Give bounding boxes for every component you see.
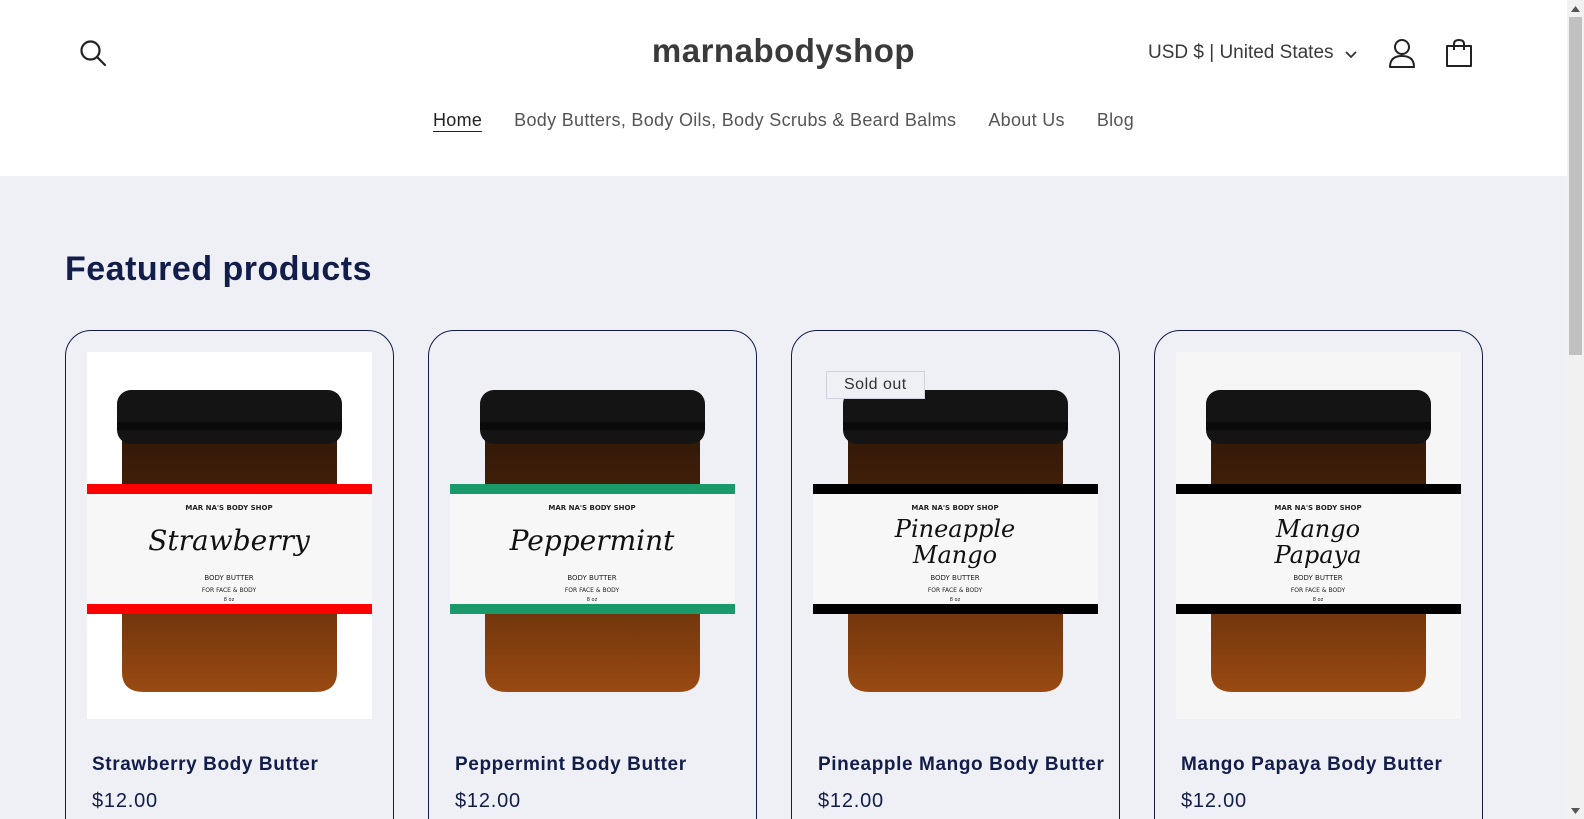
svg-text:MAR NA'S BODY SHOP: MAR NA'S BODY SHOP bbox=[548, 504, 635, 512]
chevron-down-icon bbox=[1344, 50, 1357, 58]
svg-text:MAR NA'S BODY SHOP: MAR NA'S BODY SHOP bbox=[185, 504, 272, 512]
currency-label: USD $ | United States bbox=[1148, 42, 1334, 63]
svg-text:BODY BUTTER: BODY BUTTER bbox=[204, 574, 253, 582]
svg-text:FOR FACE & BODY: FOR FACE & BODY bbox=[202, 587, 257, 594]
product-price: $12.00 bbox=[455, 790, 521, 812]
caret-up-icon bbox=[1571, 5, 1580, 12]
product-image[interactable]: MAR NA'S BODY SHOP MangoPapaya BODY BUTT… bbox=[1176, 352, 1461, 719]
product-card[interactable]: Sold out MAR NA'S BODY SHOP Pineapple Man… bbox=[791, 330, 1120, 819]
product-title[interactable]: Strawberry Body Butter bbox=[92, 754, 318, 776]
site-header: marnabodyshop USD $ | United States Home… bbox=[0, 0, 1567, 176]
svg-text:MAR NA'S BODY SHOP: MAR NA'S BODY SHOP bbox=[1274, 504, 1361, 512]
caret-down-icon bbox=[1571, 807, 1580, 814]
svg-text:8 oz: 8 oz bbox=[587, 597, 598, 603]
section-title: Featured products bbox=[65, 250, 372, 288]
product-title[interactable]: Peppermint Body Butter bbox=[455, 754, 687, 776]
scrollbar-thumb[interactable] bbox=[1569, 17, 1582, 355]
nav-item-blog[interactable]: Blog bbox=[1097, 110, 1134, 131]
scroll-up-arrow[interactable] bbox=[1567, 0, 1584, 17]
product-card[interactable]: MAR NA'S BODY SHOP Peppermint BODY BUTTE… bbox=[428, 330, 757, 819]
svg-text:8 oz: 8 oz bbox=[224, 597, 235, 603]
currency-selector[interactable]: USD $ | United States bbox=[1148, 42, 1358, 64]
product-title[interactable]: Mango Papaya Body Butter bbox=[1181, 754, 1442, 776]
product-title[interactable]: Pineapple Mango Body Butter bbox=[818, 754, 1104, 776]
main-nav: Home Body Butters, Body Oils, Body Scrub… bbox=[0, 110, 1567, 131]
user-icon bbox=[1389, 39, 1415, 68]
account-button[interactable] bbox=[1386, 37, 1418, 69]
product-image[interactable]: MAR NA'S BODY SHOP Peppermint BODY BUTTE… bbox=[450, 352, 735, 719]
svg-text:8 oz: 8 oz bbox=[950, 597, 961, 603]
scroll-down-arrow[interactable] bbox=[1567, 802, 1584, 819]
product-price: $12.00 bbox=[92, 790, 158, 812]
page-scrollbar[interactable] bbox=[1567, 0, 1584, 819]
product-price: $12.00 bbox=[818, 790, 884, 812]
svg-text:FOR FACE & BODY: FOR FACE & BODY bbox=[928, 587, 983, 594]
featured-section: Featured products MAR NA'S BODY SHOP Str… bbox=[0, 176, 1567, 819]
svg-text:Peppermint: Peppermint bbox=[509, 524, 675, 557]
svg-text:8 oz: 8 oz bbox=[1313, 597, 1324, 603]
cart-icon bbox=[1446, 38, 1472, 67]
product-image[interactable]: MAR NA'S BODY SHOP Strawberry BODY BUTTE… bbox=[87, 352, 372, 719]
svg-text:BODY BUTTER: BODY BUTTER bbox=[930, 574, 979, 582]
product-card[interactable]: MAR NA'S BODY SHOP Strawberry BODY BUTTE… bbox=[65, 330, 394, 819]
svg-text:Mango: Mango bbox=[912, 541, 997, 569]
product-price: $12.00 bbox=[1181, 790, 1247, 812]
svg-text:FOR FACE & BODY: FOR FACE & BODY bbox=[565, 587, 620, 594]
nav-item-home[interactable]: Home bbox=[433, 110, 482, 131]
cart-button[interactable] bbox=[1443, 37, 1475, 69]
svg-text:Papaya: Papaya bbox=[1274, 541, 1362, 569]
sold-out-badge: Sold out bbox=[826, 371, 925, 399]
svg-text:Mango: Mango bbox=[1275, 515, 1360, 543]
svg-text:BODY BUTTER: BODY BUTTER bbox=[567, 574, 616, 582]
svg-text:Pineapple: Pineapple bbox=[894, 515, 1015, 543]
nav-item-about-us[interactable]: About Us bbox=[988, 110, 1064, 131]
svg-text:BODY BUTTER: BODY BUTTER bbox=[1293, 574, 1342, 582]
nav-item-body-products[interactable]: Body Butters, Body Oils, Body Scrubs & B… bbox=[514, 110, 956, 131]
product-card[interactable]: MAR NA'S BODY SHOP Mango Papaya BODY BUTT… bbox=[1154, 330, 1483, 819]
svg-text:Strawberry: Strawberry bbox=[148, 524, 311, 557]
svg-text:FOR FACE & BODY: FOR FACE & BODY bbox=[1291, 587, 1346, 594]
product-image[interactable]: MAR NA'S BODY SHOP PineappleMango BODY B… bbox=[813, 352, 1098, 719]
svg-text:MAR NA'S BODY SHOP: MAR NA'S BODY SHOP bbox=[911, 504, 998, 512]
